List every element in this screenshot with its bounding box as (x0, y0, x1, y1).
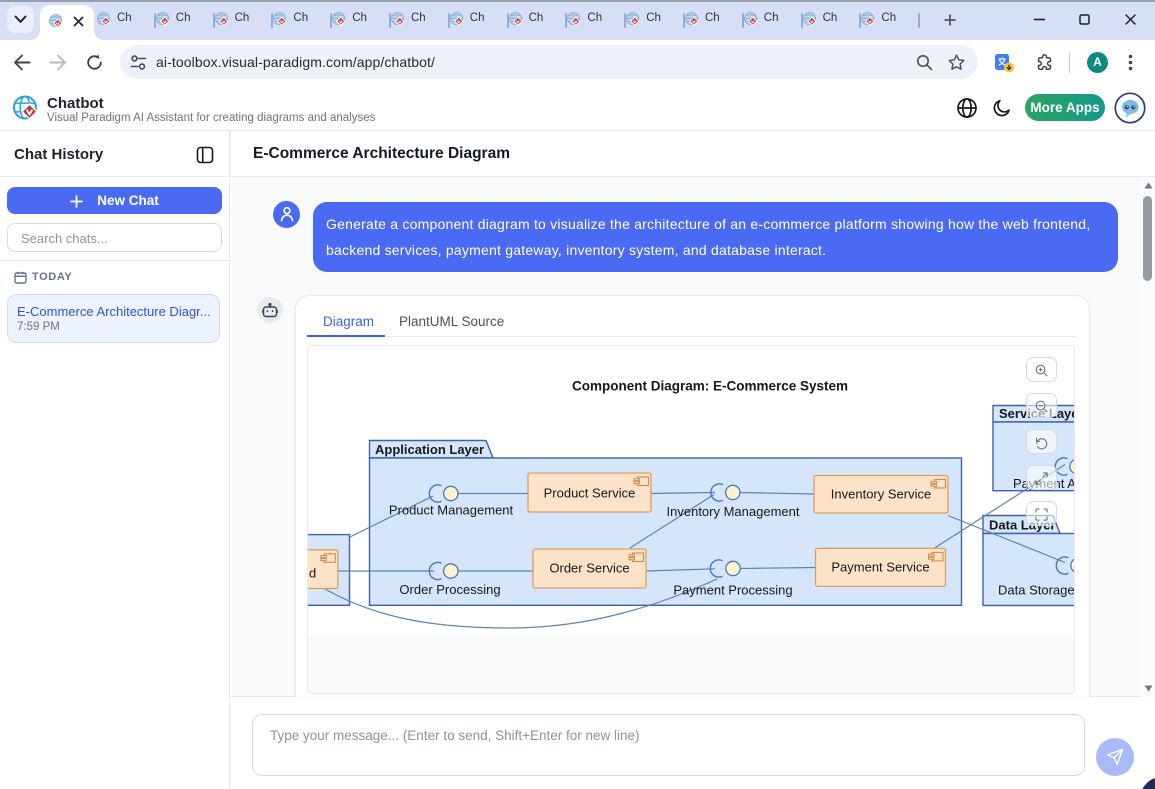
svg-text:Inventory Service: Inventory Service (831, 487, 931, 502)
svg-text:Component Diagram: E-Commerce: Component Diagram: E-Commerce System (572, 379, 848, 394)
svg-text:Inventory Management: Inventory Management (667, 504, 800, 519)
svg-text:Order Service: Order Service (549, 561, 629, 576)
svg-text:Payment Service: Payment Service (831, 560, 929, 575)
svg-text:Payment Processing: Payment Processing (673, 583, 792, 598)
svg-text:Product Service: Product Service (544, 486, 636, 501)
svg-text:Order Processing: Order Processing (399, 582, 500, 597)
svg-text:Product Management: Product Management (389, 503, 514, 518)
svg-text:Application Layer: Application Layer (375, 442, 484, 457)
svg-text:Data Storage: Data Storage (998, 583, 1075, 598)
svg-text:d: d (309, 566, 316, 581)
